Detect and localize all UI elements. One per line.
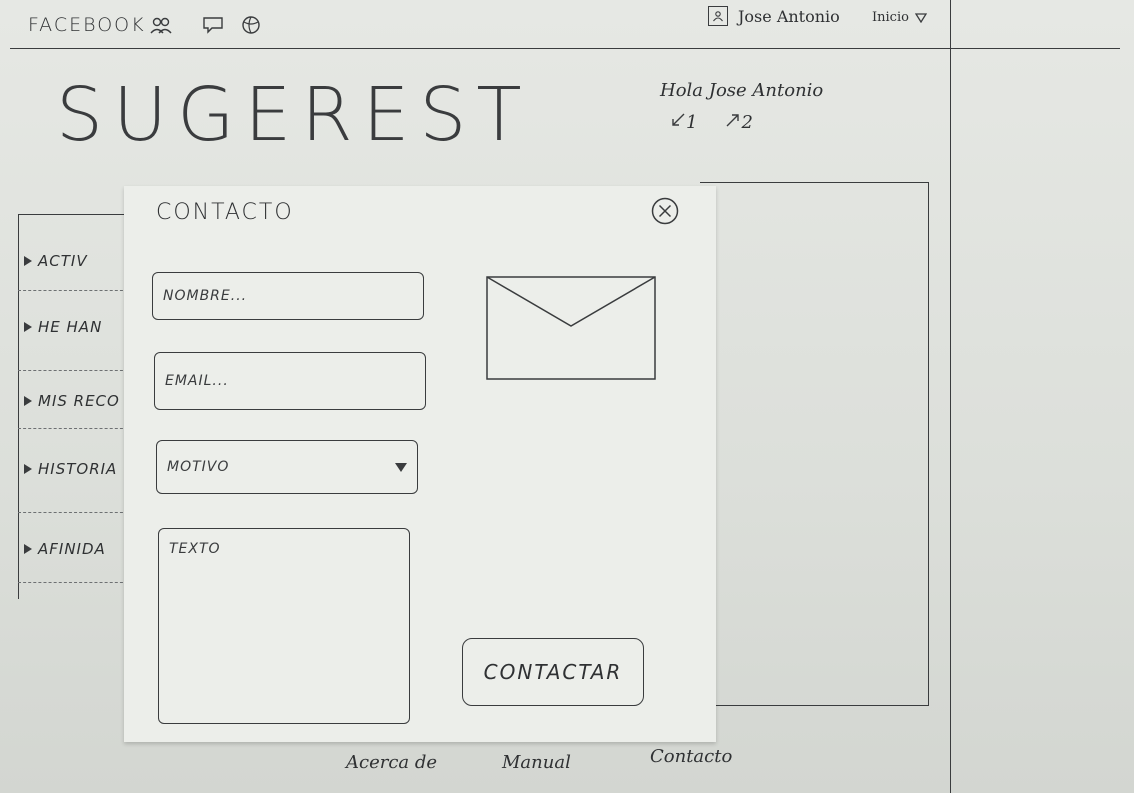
footer-link-manual[interactable]: Manual bbox=[502, 752, 571, 773]
counter-up[interactable]: 2 bbox=[725, 112, 753, 133]
user-name: Jose Antonio bbox=[738, 6, 840, 26]
sidebar-divider bbox=[18, 290, 128, 291]
triangle-right-icon bbox=[24, 396, 32, 406]
close-icon[interactable] bbox=[650, 196, 680, 226]
email-field[interactable]: EMAIL... bbox=[154, 352, 426, 410]
sidebar-item-historia[interactable]: HISTORIA bbox=[24, 460, 117, 478]
topbar-brand[interactable]: FACEBOOK bbox=[28, 14, 146, 36]
avatar bbox=[708, 6, 728, 26]
motivo-select[interactable]: MOTIVO bbox=[156, 440, 418, 494]
friends-icon[interactable] bbox=[150, 14, 172, 36]
counters: 1 2 bbox=[670, 112, 753, 133]
inicio-menu-label: Inicio bbox=[872, 10, 909, 25]
footer-link-acerca[interactable]: Acerca de bbox=[346, 752, 437, 773]
sidebar-divider bbox=[18, 428, 128, 429]
arrow-down-left-icon bbox=[672, 113, 685, 126]
sidebar-divider bbox=[18, 512, 128, 513]
envelope-icon bbox=[486, 276, 656, 380]
page-right-border bbox=[950, 0, 951, 793]
user-icon bbox=[713, 11, 723, 22]
name-field[interactable]: NOMBRE... bbox=[152, 272, 424, 320]
triangle-right-icon bbox=[24, 256, 32, 266]
content-panel bbox=[700, 182, 929, 706]
greeting-text: Hola Jose Antonio bbox=[660, 80, 824, 101]
triangle-right-icon bbox=[24, 322, 32, 332]
triangle-down-icon bbox=[914, 12, 927, 23]
triangle-right-icon bbox=[24, 544, 32, 554]
chevron-down-icon bbox=[395, 462, 407, 472]
sidebar-item-he-han[interactable]: HE HAN bbox=[24, 318, 102, 336]
inicio-menu[interactable]: Inicio bbox=[872, 10, 927, 25]
contact-modal: CONTACTO NOMBRE... EMAIL... MOTIVO TEXTO… bbox=[124, 186, 716, 742]
triangle-right-icon bbox=[24, 464, 32, 474]
globe-icon[interactable] bbox=[240, 14, 262, 36]
contactar-button[interactable]: CONTACTAR bbox=[462, 638, 644, 706]
app-logo: SUGEREST bbox=[56, 72, 532, 158]
sidebar-divider bbox=[18, 582, 128, 583]
arrow-up-right-icon bbox=[726, 114, 740, 127]
user-profile-link[interactable]: Jose Antonio bbox=[708, 6, 840, 26]
footer-link-contacto[interactable]: Contacto bbox=[650, 746, 732, 767]
counter-down[interactable]: 1 bbox=[670, 112, 697, 133]
motivo-select-label: MOTIVO bbox=[167, 459, 230, 475]
message-textarea[interactable]: TEXTO bbox=[158, 528, 410, 724]
sidebar-divider bbox=[18, 370, 128, 371]
modal-title: CONTACTO bbox=[156, 200, 294, 225]
messages-icon[interactable] bbox=[202, 14, 224, 36]
topbar-divider bbox=[10, 48, 1120, 49]
sidebar-item-afinida[interactable]: AFINIDA bbox=[24, 540, 106, 558]
sidebar-item-activ[interactable]: ACTIV bbox=[24, 252, 88, 270]
sidebar-item-mis-reco[interactable]: MIS RECO bbox=[24, 392, 120, 410]
